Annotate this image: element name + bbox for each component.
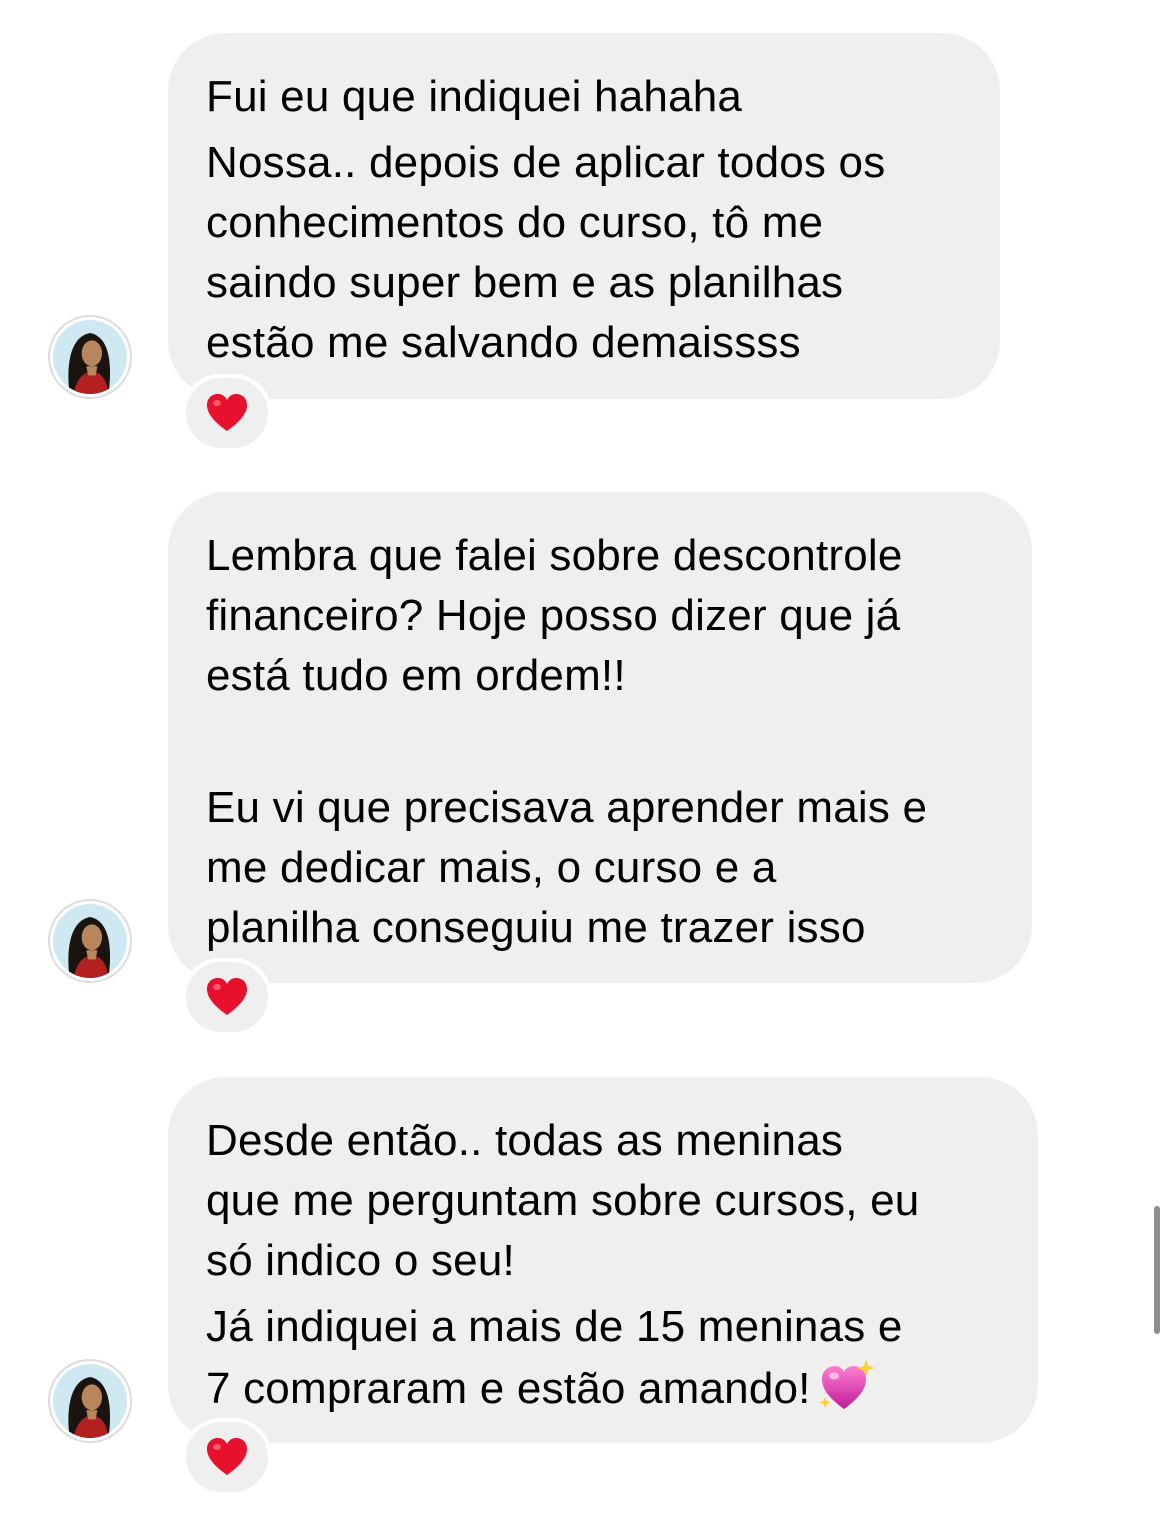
message-text: financeiro? Hoje posso dizer que já xyxy=(206,591,901,640)
reaction-badge[interactable] xyxy=(182,374,272,452)
sender-avatar-icon xyxy=(53,904,127,978)
message-text: Desde então.. todas as meninas xyxy=(206,1116,844,1165)
message-text: conhecimentos do curso, tô me xyxy=(206,198,824,247)
message-text: Eu vi que precisava aprender mais e xyxy=(206,783,928,832)
reaction-badge[interactable] xyxy=(182,958,272,1036)
message-text: 7 compraram e estão amando! xyxy=(206,1364,811,1413)
message-bubble[interactable]: Lembra que falei sobre descontrole finan… xyxy=(168,492,1032,983)
message-text: Lembra que falei sobre descontrole xyxy=(206,531,903,580)
message-text-with-emoji: 7 compraram e estão amando! xyxy=(206,1357,1002,1419)
message-text: Já indiquei a mais de 15 meninas e xyxy=(206,1302,903,1351)
message-text: saindo super bem e as planilhas xyxy=(206,258,844,307)
message-text: estão me salvando demaissss xyxy=(206,318,801,367)
red-heart-icon xyxy=(207,1438,247,1475)
red-heart-icon xyxy=(207,394,247,431)
message-text: que me perguntam sobre cursos, eu xyxy=(206,1176,920,1225)
sender-avatar-icon xyxy=(53,320,127,394)
sender-avatar-icon xyxy=(53,1364,127,1438)
message-text: Nossa.. depois de aplicar todos os xyxy=(206,138,886,187)
message-text: só indico o seu! xyxy=(206,1236,515,1285)
scrollbar[interactable] xyxy=(1154,1206,1160,1334)
avatar[interactable] xyxy=(48,1359,132,1443)
reaction-badge[interactable] xyxy=(182,1418,272,1496)
message-text: planilha conseguiu me trazer isso xyxy=(206,903,866,952)
message-text: está tudo em ordem!! xyxy=(206,651,626,700)
red-heart-icon xyxy=(207,978,247,1015)
message-text: Fui eu que indiquei hahaha xyxy=(206,72,743,121)
avatar[interactable] xyxy=(48,315,132,399)
sparkling-heart-icon xyxy=(819,1359,875,1409)
message-text: me dedicar mais, o curso e a xyxy=(206,843,777,892)
message-bubble[interactable]: Fui eu que indiquei hahaha Nossa.. depoi… xyxy=(168,33,1000,399)
message-bubble[interactable]: Desde então.. todas as meninas que me pe… xyxy=(168,1077,1038,1443)
avatar[interactable] xyxy=(48,899,132,983)
